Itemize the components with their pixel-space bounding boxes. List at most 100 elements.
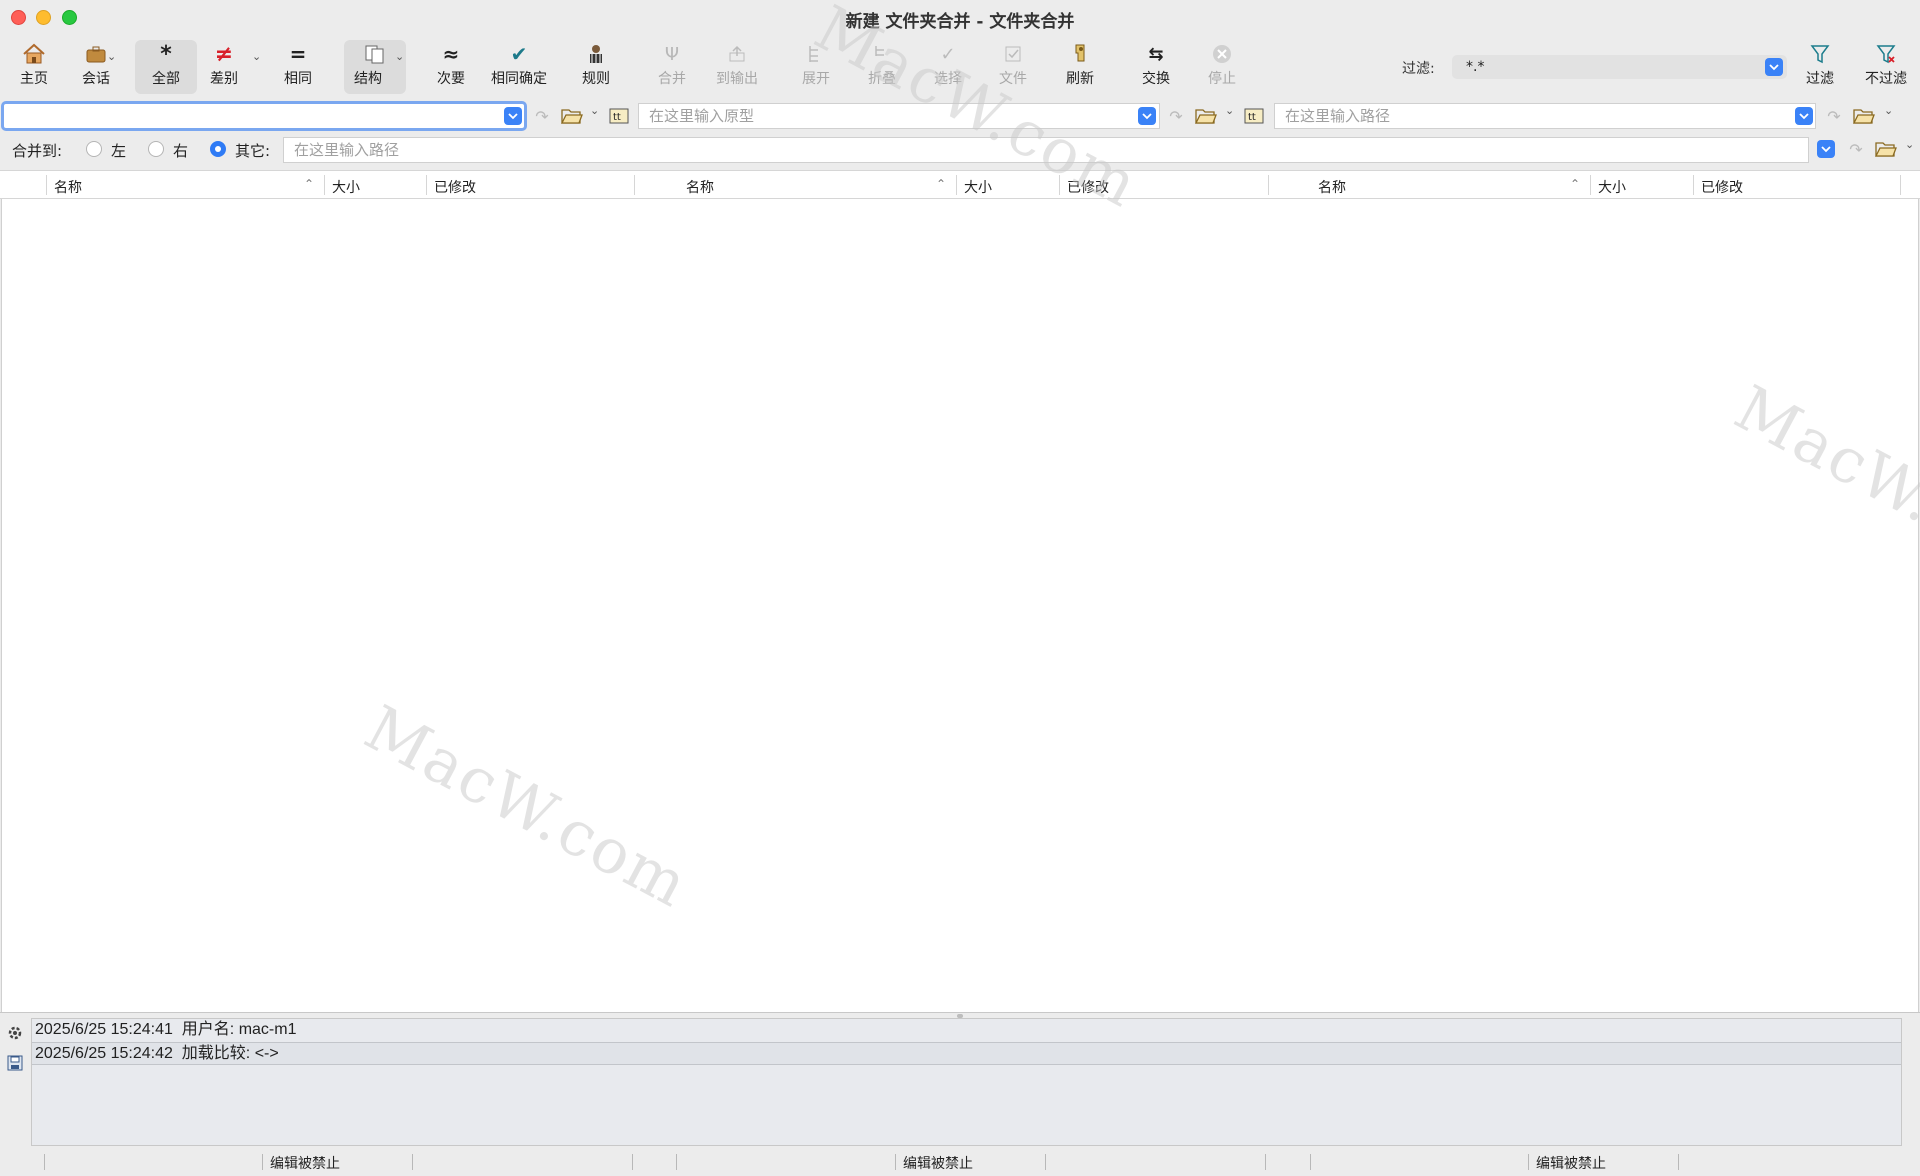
base-path-input[interactable]: 在这里输入原型 (638, 103, 1160, 129)
select-button[interactable]: ✓ 选择 (928, 40, 968, 94)
structure-button[interactable]: 结构 (344, 40, 406, 94)
structure-chevron-down-icon[interactable]: ⌄ (395, 50, 404, 63)
filter-value: *.* (1466, 59, 1485, 75)
refresh-button[interactable]: 刷新 (1060, 40, 1100, 94)
right-path-input[interactable]: 在这里输入路径 (1274, 103, 1816, 129)
left-text-compare-icon[interactable]: tt (608, 106, 630, 126)
rules-button[interactable]: 规则 (576, 40, 616, 94)
left-path-dropdown-button[interactable] (504, 107, 522, 125)
view-all-button[interactable]: * 全部 (135, 40, 197, 94)
merge-button[interactable]: Ψ 合并 (652, 40, 692, 94)
gear-icon[interactable] (4, 1022, 26, 1044)
merge-open-folder-icon[interactable] (1874, 138, 1898, 160)
log-panel[interactable]: 2025/6/25 15:24:41 用户名: mac-m1 2025/6/25… (31, 1018, 1902, 1146)
diff-chevron-down-icon[interactable]: ⌄ (252, 50, 261, 63)
base-path-dropdown-button[interactable] (1138, 107, 1156, 125)
right-folder-chevron-down-icon[interactable]: ⌄ (1884, 104, 1893, 117)
chevron-down-icon (508, 113, 518, 120)
svg-text:tt: tt (1248, 112, 1256, 123)
refresh-icon (1070, 40, 1090, 68)
svg-text:tt: tt (613, 112, 621, 123)
file-list-area[interactable] (1, 199, 1919, 1012)
left-go-arrow-icon[interactable]: ↷ (532, 106, 552, 126)
right-edit-status: 编辑被禁止 (1536, 1156, 1606, 1172)
chevron-down-icon (1769, 64, 1779, 71)
window-title: 新建 文件夹合并 - 文件夹合并 (845, 12, 1075, 32)
base-sort-chevron-up-icon[interactable]: ⌃ (936, 177, 946, 191)
right-col-name[interactable]: 名称 (1318, 177, 1346, 197)
view-minor-button[interactable]: ≈ 次要 (431, 40, 471, 94)
right-open-folder-icon[interactable] (1852, 105, 1876, 127)
base-go-arrow-icon[interactable]: ↷ (1166, 106, 1186, 126)
base-edit-status: 编辑被禁止 (903, 1156, 973, 1172)
funnel-icon (1810, 40, 1830, 68)
merge-path-input[interactable]: 在这里输入路径 (283, 137, 1809, 163)
equal-icon: = (289, 42, 307, 66)
left-col-name[interactable]: 名称 (54, 177, 82, 197)
base-col-name[interactable]: 名称 (686, 177, 714, 197)
merge-to-left-radio[interactable] (86, 141, 102, 157)
files-button[interactable]: 文件 (993, 40, 1033, 94)
same-confirm-button[interactable]: ✔ 相同确定 (486, 40, 552, 94)
home-button[interactable]: 主页 (14, 40, 54, 94)
view-same-button[interactable]: = 相同 (278, 40, 318, 94)
left-folder-chevron-down-icon[interactable]: ⌄ (590, 104, 599, 117)
approx-icon: ≈ (442, 42, 460, 66)
left-open-folder-icon[interactable] (560, 105, 584, 127)
asterisk-icon: * (160, 41, 172, 67)
right-path-dropdown-button[interactable] (1795, 107, 1813, 125)
check-icon: ✔ (510, 42, 528, 66)
swap-button[interactable]: ⇆ 交换 (1136, 40, 1176, 94)
base-col-modified[interactable]: 已修改 (1067, 177, 1109, 197)
left-col-modified[interactable]: 已修改 (434, 177, 476, 197)
briefcase-icon (85, 40, 107, 68)
title-bar: 新建 文件夹合并 - 文件夹合并 (0, 0, 1920, 36)
filter-label: 过滤: (1402, 61, 1435, 77)
merge-to-other-label: 其它: (235, 142, 271, 160)
save-icon[interactable] (4, 1052, 26, 1074)
checklist-icon: ✓ (940, 43, 956, 65)
merge-to-right-radio[interactable] (148, 141, 164, 157)
chevron-down-icon (1799, 113, 1809, 120)
left-edit-status: 编辑被禁止 (270, 1156, 340, 1172)
base-text-compare-icon[interactable]: tt (1243, 106, 1265, 126)
collapse-button[interactable]: 折叠 (862, 40, 902, 94)
to-output-button[interactable]: 到输出 (712, 40, 762, 94)
chevron-down-icon (1142, 113, 1152, 120)
tree-collapse-icon (872, 40, 892, 68)
merge-to-label: 合并到: (12, 142, 63, 160)
session-button[interactable]: 会话 (76, 40, 116, 94)
not-equal-icon: ≠ (214, 41, 234, 67)
expand-button[interactable]: 展开 (796, 40, 836, 94)
filter-dropdown-button[interactable] (1765, 58, 1783, 76)
funnel-off-icon (1876, 40, 1896, 68)
right-col-size[interactable]: 大小 (1598, 177, 1626, 197)
structure-icon (364, 40, 386, 68)
right-sort-chevron-up-icon[interactable]: ⌃ (1570, 177, 1580, 191)
no-filter-button[interactable]: 不过滤 (1862, 40, 1910, 94)
left-col-size[interactable]: 大小 (332, 177, 360, 197)
filter-combo[interactable]: *.* (1452, 55, 1787, 79)
view-diff-button[interactable]: ≠ 差别 (206, 40, 242, 94)
stop-button[interactable]: 停止 (1202, 40, 1242, 94)
right-go-arrow-icon[interactable]: ↷ (1824, 106, 1844, 126)
base-folder-chevron-down-icon[interactable]: ⌄ (1225, 104, 1234, 117)
stop-icon (1211, 40, 1233, 68)
output-tray-icon (727, 40, 747, 68)
merge-path-dropdown-button[interactable] (1817, 140, 1835, 158)
referee-icon (586, 40, 606, 68)
merge-icon: Ψ (664, 43, 680, 65)
merge-to-other-radio[interactable] (210, 141, 226, 157)
merge-folder-chevron-down-icon[interactable]: ⌄ (1905, 138, 1914, 151)
merge-to-right-label: 右 (173, 142, 189, 160)
left-sort-chevron-up-icon[interactable]: ⌃ (304, 177, 314, 191)
base-col-size[interactable]: 大小 (964, 177, 992, 197)
session-chevron-down-icon[interactable]: ⌄ (107, 50, 116, 63)
left-path-input[interactable] (1, 101, 527, 131)
log-line: 2025/6/25 15:24:41 用户名: mac-m1 (35, 1021, 297, 1038)
right-col-modified[interactable]: 已修改 (1701, 177, 1743, 197)
merge-go-arrow-icon[interactable]: ↷ (1846, 139, 1866, 159)
app-window: 新建 文件夹合并 - 文件夹合并 主页 会话 ⌄ * 全部 ≠ 差别 ⌄ = 相… (0, 0, 1920, 1176)
base-open-folder-icon[interactable] (1194, 105, 1218, 127)
filter-button[interactable]: 过滤 (1800, 40, 1840, 94)
